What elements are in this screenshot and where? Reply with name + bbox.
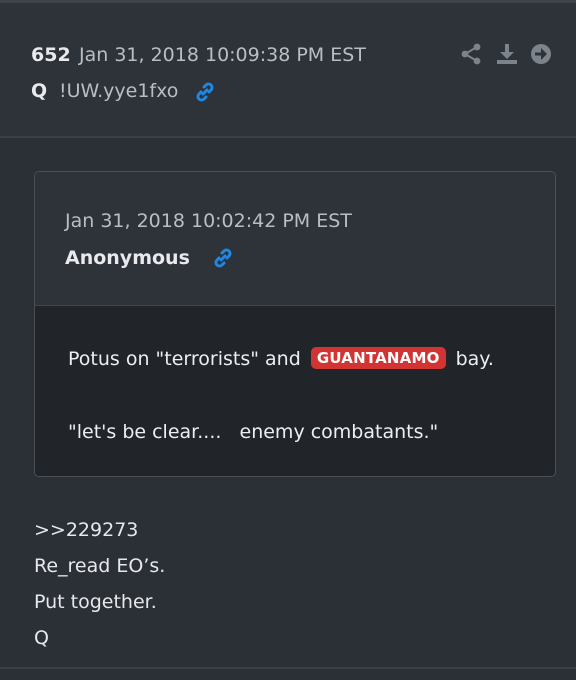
download-icon[interactable] xyxy=(496,43,518,65)
post-tripcode: !UW.yye1fxo xyxy=(59,80,179,102)
reply-link[interactable]: >>229273 xyxy=(34,512,165,548)
post-header: 652 Jan 31, 2018 10:09:38 PM EST Q !UW.y… xyxy=(0,3,576,138)
quoted-timestamp: Jan 31, 2018 10:02:42 PM EST xyxy=(65,210,352,232)
post-line-3: Put together. xyxy=(34,591,157,613)
post-body: >>229273 Re_read EO’s. Put together. Q xyxy=(34,512,165,656)
quoted-line-1: Potus on "terrorists" and GUANTANAMO bay… xyxy=(68,347,494,371)
quoted-line-2: "let's be clear.... enemy combatants." xyxy=(68,421,439,443)
quoted-post-body: Potus on "terrorists" and GUANTANAMO bay… xyxy=(35,306,555,476)
quoted-line-1-end: bay. xyxy=(455,348,494,370)
quoted-author: Anonymous xyxy=(65,247,190,269)
quoted-line-1-text: Potus on "terrorists" and xyxy=(68,348,301,370)
bottom-border xyxy=(0,667,576,669)
post-author: Q xyxy=(31,80,48,102)
quoted-post-header: Jan 31, 2018 10:02:42 PM EST Anonymous xyxy=(35,172,555,306)
post-number[interactable]: 652 xyxy=(31,44,71,66)
link-icon[interactable] xyxy=(193,80,217,104)
post-signature: Q xyxy=(34,627,49,649)
quoted-link-icon[interactable] xyxy=(211,246,235,270)
guantanamo-tag[interactable]: GUANTANAMO xyxy=(310,347,446,369)
forward-icon[interactable] xyxy=(530,43,552,65)
post-timestamp: Jan 31, 2018 10:09:38 PM EST xyxy=(79,44,366,66)
quoted-post-card: Jan 31, 2018 10:02:42 PM EST Anonymous P… xyxy=(34,171,556,477)
post-line-2: Re_read EO’s. xyxy=(34,555,166,577)
share-icon[interactable] xyxy=(460,43,482,65)
